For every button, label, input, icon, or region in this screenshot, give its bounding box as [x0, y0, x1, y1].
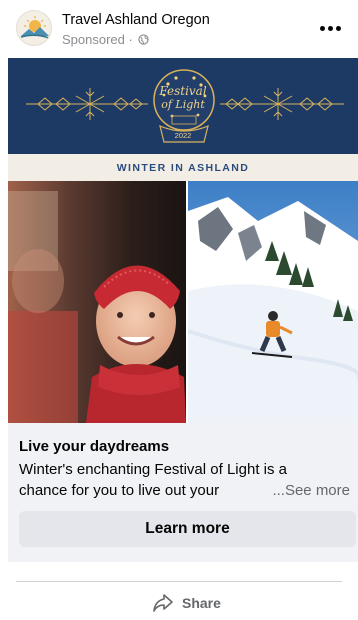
- ad-caption: Live your daydreams Winter's enchanting …: [8, 423, 358, 562]
- band-text: WINTER IN ASHLAND: [116, 161, 250, 174]
- learn-more-button[interactable]: Learn more: [19, 511, 356, 547]
- learn-more-label: Learn more: [145, 520, 230, 537]
- dot-icon: [320, 26, 325, 31]
- more-options-button[interactable]: [318, 22, 344, 36]
- globe-icon: [138, 34, 150, 45]
- festival-logo-line2: of Light: [161, 98, 205, 111]
- share-arrow-icon: [153, 594, 173, 612]
- post-header: Travel Ashland Oregon Sponsored ·: [0, 0, 358, 58]
- page-avatar[interactable]: [16, 10, 52, 46]
- girl-in-red-photo: [8, 181, 186, 423]
- sponsored-label: Sponsored ·: [62, 32, 133, 47]
- festival-logo-line1: Festival: [159, 84, 207, 98]
- share-button[interactable]: Share: [152, 590, 221, 616]
- dot-icon: [328, 26, 333, 31]
- ad-headline: Live your daydreams: [19, 438, 170, 455]
- sponsored-line: Sponsored ·: [62, 32, 150, 47]
- ad-description-line1: Winter's enchanting Festival of Light is…: [19, 461, 287, 478]
- festival-banner: Festival of Light 2022: [8, 58, 358, 154]
- skier-photo: [188, 181, 358, 423]
- see-more-link[interactable]: ...See more: [272, 482, 350, 499]
- winter-band: WINTER IN ASHLAND: [8, 154, 358, 181]
- ad-description-line2: chance for you to live out your: [19, 482, 220, 499]
- actions-divider: [16, 581, 342, 582]
- page-name[interactable]: Travel Ashland Oregon: [62, 12, 210, 28]
- festival-logo-year: 2022: [174, 131, 192, 140]
- ad-creative[interactable]: Festival of Light 2022 WINTER IN ASHLAND: [8, 58, 358, 423]
- share-label: Share: [182, 595, 221, 611]
- dot-icon: [336, 26, 341, 31]
- mountain-sun-logo-icon: [20, 16, 50, 39]
